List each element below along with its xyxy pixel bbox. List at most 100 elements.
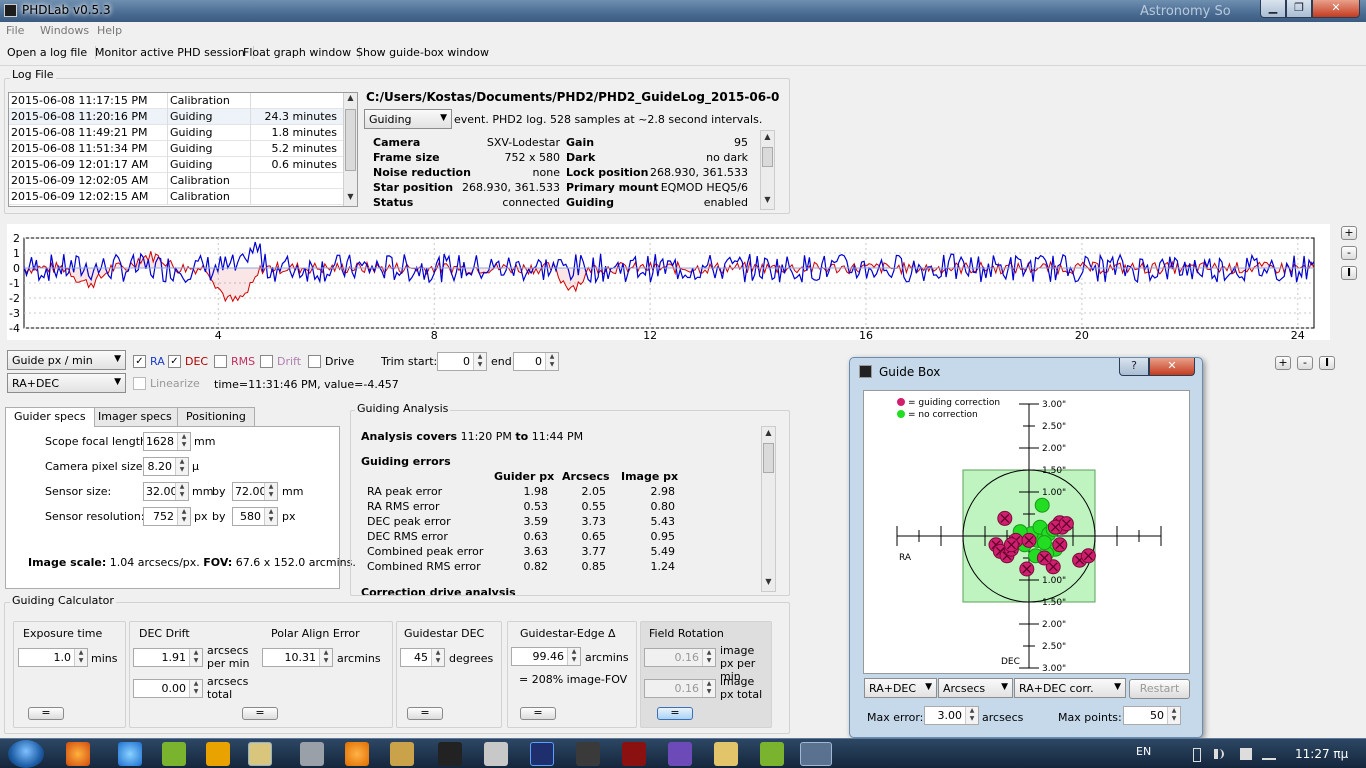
- help-button[interactable]: ?: [1119, 358, 1149, 376]
- open-log-button[interactable]: Open a log file: [7, 46, 97, 59]
- log-row[interactable]: 2015-06-09 12:01:17 AM Guiding 0.6 minutes: [9, 157, 343, 173]
- focal-length-input[interactable]: 1628 ▲ ▼: [143, 432, 191, 451]
- zoom-out-button[interactable]: -: [1341, 246, 1357, 260]
- drift-rate-input[interactable]: 1.91 ▲ ▼: [133, 648, 203, 667]
- volume-icon[interactable]: [1214, 749, 1224, 759]
- spin-arrows-icon[interactable]: ▲ ▼: [189, 649, 202, 666]
- spin-arrows-icon[interactable]: ▲ ▼: [545, 353, 558, 370]
- spin-arrows-icon[interactable]: ▲ ▼: [319, 649, 332, 666]
- log-row[interactable]: 2015-06-08 11:20:16 PM Guiding 24.3 minute…: [9, 109, 343, 125]
- resolution-width-input[interactable]: 752 ▲ ▼: [143, 507, 191, 526]
- app-mount-icon[interactable]: [576, 742, 600, 766]
- ie-icon[interactable]: [118, 742, 142, 766]
- guide-box-close-button[interactable]: ✕: [1149, 358, 1195, 376]
- menu-windows[interactable]: Windows: [40, 24, 89, 37]
- ra-checkbox[interactable]: ✓: [133, 355, 146, 368]
- visual-studio-icon[interactable]: [668, 742, 692, 766]
- app-star-icon[interactable]: [438, 742, 462, 766]
- spin-arrows-icon[interactable]: ▲ ▼: [74, 649, 87, 666]
- spin-arrows-icon[interactable]: ▲ ▼: [473, 353, 486, 370]
- menu-file[interactable]: File: [6, 24, 24, 37]
- spin-arrows-icon[interactable]: ▲ ▼: [1167, 707, 1180, 724]
- gb-axes-select[interactable]: RA+DEC ▼: [864, 678, 937, 698]
- spin-arrows-icon[interactable]: ▲ ▼: [567, 648, 580, 665]
- drift-calc-button[interactable]: =: [242, 707, 278, 720]
- network-icon[interactable]: [1262, 748, 1276, 760]
- exposure-input[interactable]: 1.0 ▲ ▼: [18, 648, 88, 667]
- fit-button[interactable]: I: [1341, 266, 1357, 280]
- scroll-down-icon[interactable]: ▼: [762, 577, 775, 591]
- zoom-out-button-2[interactable]: -: [1297, 356, 1313, 370]
- edge-calc-button[interactable]: =: [520, 707, 556, 720]
- resolution-height-input[interactable]: 580 ▲ ▼: [232, 507, 278, 526]
- drift-total-input[interactable]: 0.00 ▲ ▼: [133, 679, 203, 698]
- scroll-down-icon[interactable]: ▼: [761, 195, 774, 209]
- scroll-thumb[interactable]: [345, 109, 356, 171]
- clock[interactable]: 11:27 πμ: [1295, 747, 1348, 761]
- app-orange-icon[interactable]: [345, 742, 369, 766]
- tab-imager-specs[interactable]: Imager specs: [89, 407, 181, 426]
- gb-mode-select[interactable]: RA+DEC corr. ▼: [1014, 678, 1126, 698]
- explorer-icon[interactable]: [248, 742, 272, 766]
- minimize-button[interactable]: ▁: [1260, 0, 1286, 18]
- scroll-up-icon[interactable]: ▲: [761, 132, 774, 146]
- log-row[interactable]: 2015-06-09 12:02:15 AM Calibration: [9, 189, 343, 205]
- app-hourglass-icon[interactable]: [714, 742, 738, 766]
- tab-positioning[interactable]: Positioning: [177, 407, 255, 426]
- media-player-icon[interactable]: [206, 742, 230, 766]
- maximize-button[interactable]: ❐: [1286, 0, 1312, 18]
- pixel-size-input[interactable]: 8.20 ▲ ▼: [143, 457, 189, 476]
- zoom-in-button[interactable]: +: [1341, 226, 1357, 240]
- start-button[interactable]: [8, 740, 44, 768]
- spin-arrows-icon[interactable]: ▲ ▼: [175, 483, 188, 500]
- app-green2-icon[interactable]: [760, 742, 784, 766]
- sensor-width-input[interactable]: 32.00 ▲ ▼: [143, 482, 189, 501]
- guide-graph[interactable]: 2 1 0 -1 -2 -3 -4 4 8 12 16 20 24: [7, 224, 1330, 342]
- props-scrollbar[interactable]: ▲ ▼: [760, 130, 775, 210]
- app-red-icon[interactable]: [622, 742, 646, 766]
- app-network-icon[interactable]: [390, 742, 414, 766]
- rotation-calc-button[interactable]: =: [657, 707, 693, 720]
- analysis-scrollbar[interactable]: ▲ ▼: [761, 426, 776, 592]
- log-row[interactable]: 2015-06-09 12:02:05 AM Calibration: [9, 173, 343, 189]
- trim-start-input[interactable]: 0 ▲ ▼: [437, 352, 487, 371]
- log-row[interactable]: 2015-06-08 11:51:34 PM Guiding 5.2 minutes: [9, 141, 343, 157]
- dec-checkbox[interactable]: ✓: [168, 355, 181, 368]
- scroll-thumb[interactable]: [762, 147, 773, 167]
- spin-arrows-icon[interactable]: ▲ ▼: [177, 433, 190, 450]
- photoshop-icon[interactable]: [530, 742, 554, 766]
- axes-select[interactable]: RA+DEC ▼: [7, 373, 126, 393]
- max-points-input[interactable]: 50 ▲ ▼: [1123, 706, 1181, 725]
- drive-checkbox[interactable]: [308, 355, 321, 368]
- log-list-scrollbar[interactable]: ▲ ▼: [343, 93, 357, 206]
- polar-input[interactable]: 10.31 ▲ ▼: [262, 648, 333, 667]
- max-error-input[interactable]: 3.00 ▲ ▼: [924, 706, 979, 725]
- spin-arrows-icon[interactable]: ▲ ▼: [965, 707, 978, 724]
- log-row[interactable]: 2015-06-08 11:17:15 PM Calibration: [9, 93, 343, 109]
- event-type-select[interactable]: Guiding ▼: [364, 109, 452, 129]
- gsdec-calc-button[interactable]: =: [407, 707, 443, 720]
- exposure-calc-button[interactable]: =: [28, 707, 64, 720]
- monitor-session-button[interactable]: Monitor active PHD session: [95, 46, 254, 59]
- spin-arrows-icon[interactable]: ▲ ▼: [177, 508, 190, 525]
- show-guidebox-button[interactable]: Show guide-box window: [356, 46, 497, 59]
- restart-button[interactable]: Restart: [1129, 679, 1190, 699]
- log-row[interactable]: 2015-06-08 11:49:21 PM Guiding 1.8 minutes: [9, 125, 343, 141]
- scroll-up-icon[interactable]: ▲: [344, 93, 357, 107]
- trim-end-input[interactable]: 0 ▲ ▼: [513, 352, 559, 371]
- spin-arrows-icon[interactable]: ▲ ▼: [189, 680, 202, 697]
- firefox-icon[interactable]: [66, 742, 90, 766]
- linearize-checkbox[interactable]: [133, 377, 146, 390]
- log-list[interactable]: 2015-06-08 11:17:15 PM Calibration 2015-06…: [8, 92, 358, 207]
- units-select[interactable]: Guide px / min ▼: [7, 350, 126, 370]
- edge-input[interactable]: 99.46 ▲ ▼: [511, 647, 581, 666]
- close-button[interactable]: ✕: [1312, 0, 1360, 18]
- float-graph-button[interactable]: Float graph window: [243, 46, 361, 59]
- menu-help[interactable]: Help: [97, 24, 122, 37]
- gsdec-input[interactable]: 45 ▲ ▼: [400, 648, 445, 667]
- app-green-icon[interactable]: [162, 742, 186, 766]
- phdlab-task-icon[interactable]: [800, 742, 832, 766]
- drift-checkbox[interactable]: [260, 355, 273, 368]
- spin-arrows-icon[interactable]: ▲ ▼: [264, 483, 277, 500]
- spin-arrows-icon[interactable]: ▲ ▼: [264, 508, 277, 525]
